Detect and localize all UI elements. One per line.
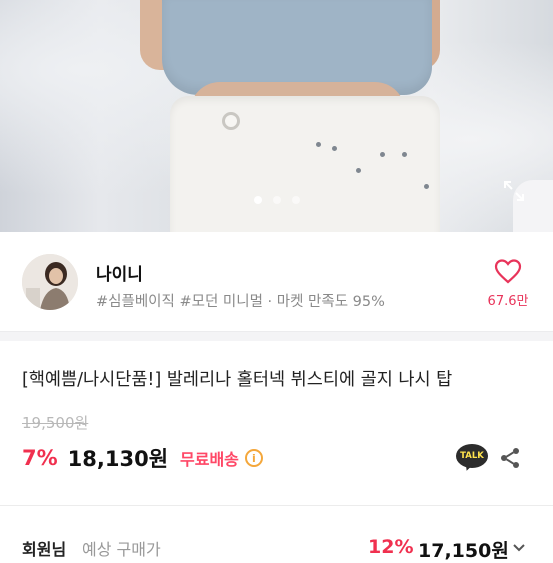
image-stud <box>316 142 321 147</box>
image-jeans-button <box>222 112 240 130</box>
carousel-dot-active[interactable] <box>253 196 262 204</box>
seller-section: 나이니 #심플베이직 #모던 미니멀 · 마켓 만족도 95% 67.6만 <box>0 232 553 332</box>
carousel-indicator <box>0 196 553 204</box>
seller-name[interactable]: 나이니 <box>96 260 143 285</box>
share-icon[interactable] <box>498 446 522 470</box>
member-price-row[interactable]: 회원님 예상 구매가 12% 17,150원 <box>22 536 553 562</box>
price-row: 7% 18,130원 무료배송 i <box>22 443 263 473</box>
product-title: [핵예쁨/나시단품!] 발레리나 홀터넥 뷔스티에 골지 나시 탑 <box>22 370 453 390</box>
expand-icon[interactable] <box>502 179 526 203</box>
image-stud <box>424 184 429 189</box>
image-stud <box>356 168 361 173</box>
carousel-dot[interactable] <box>272 196 281 204</box>
heart-icon[interactable] <box>494 258 522 284</box>
discount-rate: 7% <box>22 446 58 470</box>
talk-button[interactable]: TALK <box>456 444 488 473</box>
image-knit-top <box>162 0 432 95</box>
section-divider <box>0 331 553 341</box>
member-price: 17,150원 <box>418 540 509 562</box>
section-divider <box>0 505 553 506</box>
image-stud <box>332 146 337 151</box>
member-discount-rate: 12% <box>368 536 414 558</box>
seller-avatar[interactable] <box>22 254 78 310</box>
chevron-down-icon[interactable] <box>510 538 528 556</box>
seller-tags: #심플베이직 #모던 미니멀 · 마켓 만족도 95% <box>96 294 385 310</box>
image-jeans <box>170 96 440 232</box>
original-price: 19,500원 <box>22 414 89 432</box>
sale-price: 18,130원 <box>67 447 169 471</box>
info-icon[interactable]: i <box>244 449 263 467</box>
image-stud <box>402 152 407 157</box>
member-label: 회원님 <box>22 540 67 559</box>
like-count: 67.6만 <box>487 294 529 309</box>
product-image-carousel[interactable] <box>0 0 553 232</box>
image-stud <box>380 152 385 157</box>
talk-icon-tail <box>462 461 474 473</box>
avatar-image <box>22 254 78 310</box>
free-shipping-badge: 무료배송 <box>180 450 239 469</box>
carousel-dot[interactable] <box>291 196 300 204</box>
member-sub-label: 예상 구매가 <box>82 540 161 559</box>
